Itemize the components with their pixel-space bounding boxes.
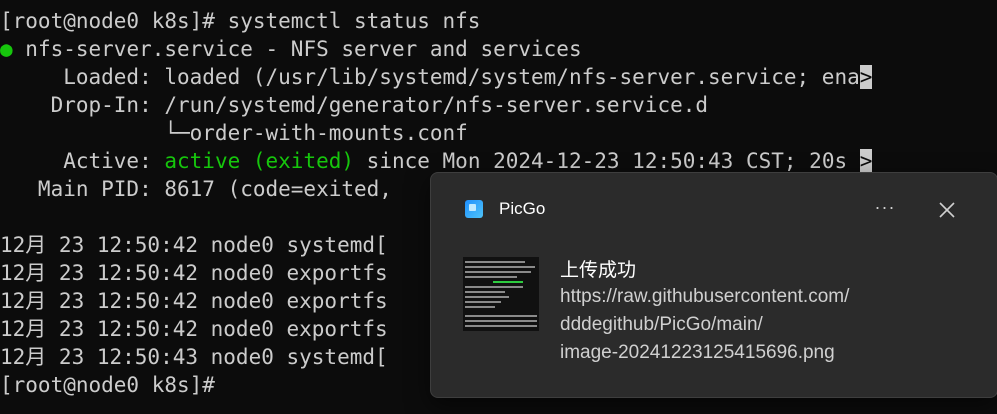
log-line: 12月 23 12:50:43 node0 systemd[	[0, 345, 388, 369]
toast-header: PicGo	[465, 199, 545, 219]
terminal-line: [root@node0 k8s]# systemctl status nfs	[0, 9, 481, 33]
shell-prompt: [root@node0 k8s]#	[0, 373, 215, 397]
url-line: dddegithub/PicGo/main/	[560, 314, 763, 335]
picgo-icon	[465, 200, 483, 218]
truncation-marker: >	[859, 149, 873, 173]
log-line: 12月 23 12:50:42 node0 exportfs	[0, 317, 388, 341]
toast-notification[interactable]: PicGo ··· 上传成功 https://raw.githubusercon…	[430, 172, 997, 398]
terminal-line: └─order-with-mounts.conf	[0, 121, 468, 145]
active-label: Active:	[0, 149, 165, 173]
terminal-line: Active: active (exited) since Mon 2024-1…	[0, 147, 873, 175]
terminal-line: ● nfs-server.service - NFS server and se…	[0, 35, 582, 63]
url-line: image-20241223125415696.png	[560, 342, 835, 363]
app-name: PicGo	[499, 199, 546, 218]
terminal-line: Drop-In: /run/systemd/generator/nfs-serv…	[0, 93, 709, 117]
log-line: 12月 23 12:50:42 node0 exportfs	[0, 261, 388, 285]
close-icon	[939, 202, 955, 218]
screenshot-thumbnail	[463, 257, 539, 331]
active-status: active (exited)	[164, 149, 355, 173]
service-name: nfs-server.service - NFS server and serv…	[12, 37, 582, 61]
toast-title: 上传成功	[560, 260, 637, 281]
loaded-text: Loaded: loaded (/usr/lib/systemd/system/…	[0, 65, 860, 89]
terminal-line: Main PID: 8617 (code=exited,	[0, 177, 392, 201]
terminal-line: Loaded: loaded (/usr/lib/systemd/system/…	[0, 63, 873, 91]
log-line: 12月 23 12:50:42 node0 exportfs	[0, 289, 388, 313]
active-since: since Mon 2024-12-23 12:50:43 CST; 20s	[354, 149, 860, 173]
url-line: https://raw.githubusercontent.com/	[560, 286, 850, 307]
log-line: 12月 23 12:50:42 node0 systemd[	[0, 233, 388, 257]
toast-body: https://raw.githubusercontent.com/ dddeg…	[560, 283, 980, 367]
close-button[interactable]	[929, 195, 965, 225]
status-dot-icon: ●	[0, 37, 13, 61]
truncation-marker: >	[859, 65, 873, 89]
more-options-button[interactable]: ···	[867, 195, 903, 223]
